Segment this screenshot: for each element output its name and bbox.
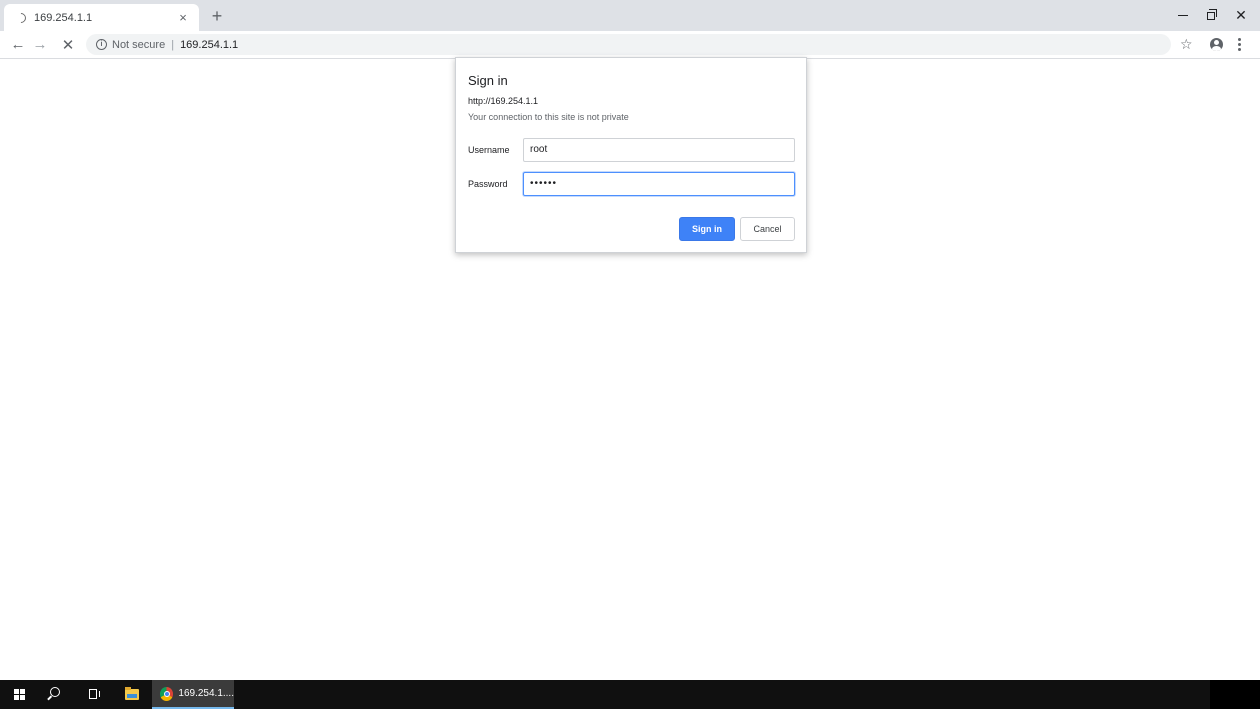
task-view-icon[interactable]	[89, 688, 101, 700]
dialog-origin: http://169.254.1.1	[468, 96, 539, 106]
windows-taskbar: 169.254.1....	[0, 680, 1260, 709]
security-indicator[interactable]: Not secure	[112, 39, 165, 51]
system-tray	[1210, 680, 1260, 709]
password-label: Password	[468, 179, 508, 189]
browser-tab[interactable]: 169.254.1.1 ×	[4, 4, 199, 31]
task-view-bar	[89, 689, 90, 699]
task-view-bar	[96, 689, 97, 699]
username-field[interactable]: root	[523, 138, 795, 162]
star-icon[interactable]: ☆	[1180, 36, 1193, 53]
profile-icon[interactable]	[1210, 38, 1223, 51]
taskbar-chrome-button[interactable]: 169.254.1....	[152, 680, 234, 709]
tab-title: 169.254.1.1	[34, 11, 93, 24]
omnibox-separator: |	[171, 38, 175, 51]
username-label: Username	[468, 145, 510, 155]
start-pane	[14, 695, 19, 700]
file-explorer-icon[interactable]	[125, 687, 139, 700]
window-restore-button[interactable]	[1196, 0, 1226, 31]
start-pane	[14, 689, 19, 694]
cancel-button[interactable]: Cancel	[740, 217, 795, 241]
windows-start-icon[interactable]	[14, 689, 26, 701]
dialog-warning: Your connection to this site is not priv…	[468, 112, 629, 122]
window-close-button[interactable]: ✕	[1226, 0, 1256, 31]
back-button[interactable]: ←	[7, 31, 29, 58]
menu-dot	[1238, 38, 1241, 41]
tab-close-button[interactable]: ×	[175, 10, 191, 26]
taskbar-chrome-label: 169.254.1....	[178, 688, 234, 699]
close-icon: ✕	[1235, 7, 1247, 23]
sign-in-dialog: Sign in http://169.254.1.1 Your connecti…	[455, 57, 807, 253]
chrome-icon	[160, 686, 174, 701]
dialog-title: Sign in	[468, 73, 508, 88]
task-view-bar	[99, 691, 100, 697]
menu-icon[interactable]	[1238, 38, 1241, 51]
address-bar[interactable]: i Not secure | 169.254.1.1	[86, 34, 1171, 55]
info-icon[interactable]: i	[96, 39, 107, 50]
menu-dot	[1238, 43, 1241, 46]
forward-button[interactable]: →	[29, 31, 51, 58]
search-icon[interactable]	[46, 687, 60, 701]
tab-strip: 169.254.1.1 × + ✕	[0, 0, 1260, 31]
search-handle	[47, 695, 52, 701]
sign-in-button[interactable]: Sign in	[679, 217, 735, 241]
stop-loading-button[interactable]: ✕	[57, 31, 79, 58]
url-text[interactable]: 169.254.1.1	[180, 39, 238, 51]
new-tab-button[interactable]: +	[206, 5, 228, 27]
start-pane	[20, 689, 25, 694]
tab-loading-spinner-icon	[13, 10, 29, 25]
restore-icon	[1207, 8, 1217, 20]
window-minimize-button[interactable]	[1168, 0, 1198, 31]
password-field[interactable]: ••••••	[523, 172, 795, 196]
minimize-icon	[1178, 15, 1188, 16]
start-pane	[20, 695, 25, 700]
browser-toolbar: ← → ✕ i Not secure | 169.254.1.1 ☆	[0, 31, 1260, 59]
menu-dot	[1238, 48, 1241, 51]
